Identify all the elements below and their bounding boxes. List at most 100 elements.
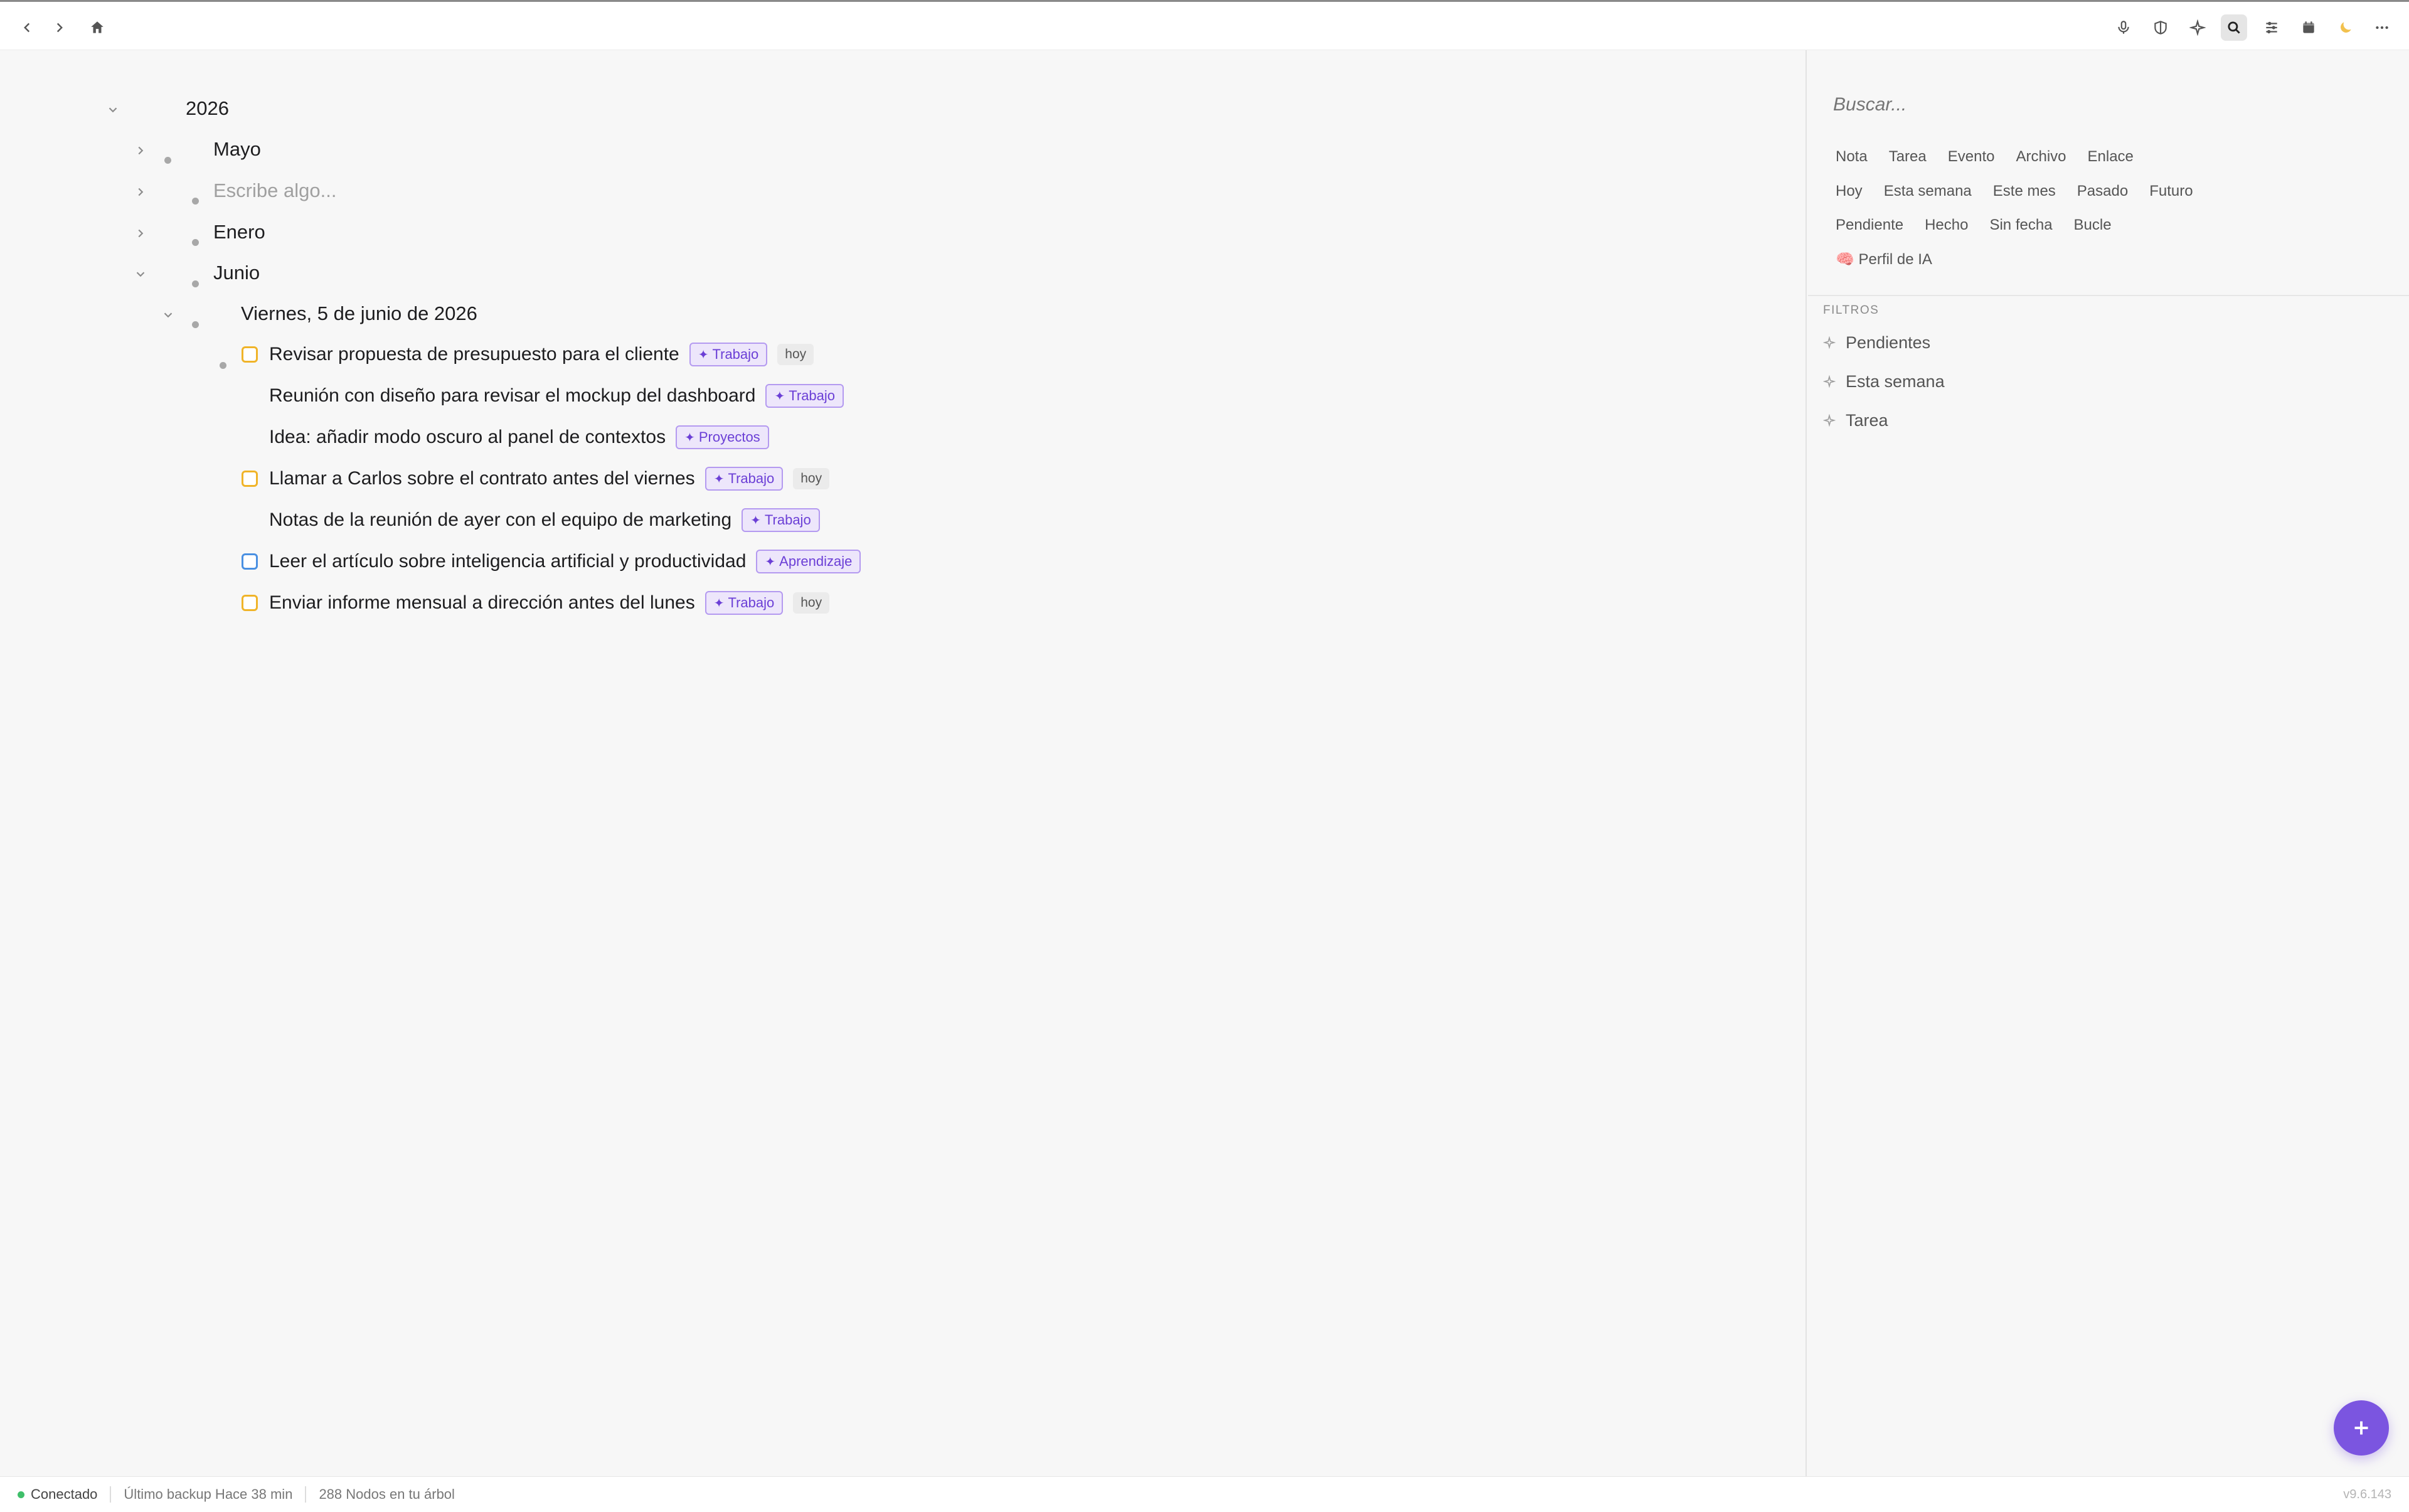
list-item[interactable]: Idea: añadir modo oscuro al panel de con… xyxy=(242,422,769,452)
chip-pendiente[interactable]: Pendiente xyxy=(1833,213,1911,238)
tag-label: Trabajo xyxy=(728,471,775,486)
sparkle-icon xyxy=(1823,375,1836,388)
sparkle-icon: ✦ xyxy=(713,472,725,486)
task-checkbox[interactable] xyxy=(242,471,258,487)
chevron-right-icon[interactable] xyxy=(130,181,151,203)
chevron-right-icon[interactable] xyxy=(130,223,151,244)
sparkle-icon xyxy=(1823,414,1836,427)
tag-label: Trabajo xyxy=(764,512,811,528)
chevron-down-icon[interactable] xyxy=(157,304,179,326)
chip-bucle[interactable]: Bucle xyxy=(2066,213,2119,238)
home-icon[interactable] xyxy=(84,14,110,41)
status-chip-row: Pendiente Hecho Sin fecha Bucle xyxy=(1833,213,2125,238)
filter-tarea[interactable]: Tarea xyxy=(1823,405,1888,435)
node-bullet[interactable] xyxy=(164,157,171,164)
item-text[interactable]: Notas de la reunión de ayer con el equip… xyxy=(269,509,731,531)
app-version: v9.6.143 xyxy=(2343,1487,2391,1501)
sparkle-icon: ✦ xyxy=(713,596,725,610)
sparkle-icon: ✦ xyxy=(750,513,761,528)
sparkle-icon: ✦ xyxy=(698,348,709,362)
task-checkbox[interactable] xyxy=(242,346,258,363)
node-bullet[interactable] xyxy=(192,239,199,246)
node-day[interactable]: Viernes, 5 de junio de 2026 xyxy=(241,302,477,325)
node-bullet[interactable] xyxy=(220,362,226,369)
date-badge: hoy xyxy=(793,468,830,489)
task-checkbox[interactable] xyxy=(242,595,258,611)
more-icon[interactable] xyxy=(2369,14,2395,41)
node-count: 288 Nodos en tu árbol xyxy=(319,1486,455,1502)
date-chip-row: Hoy Esta semana Este mes Pasado Futuro xyxy=(1833,179,2207,204)
context-tag[interactable]: ✦ Trabajo xyxy=(742,508,820,532)
chevron-right-icon[interactable] xyxy=(46,14,73,41)
outline-panel: 2026 Mayo Escribe algo... Enero Junio Vi… xyxy=(0,50,1807,1476)
chip-esta-semana[interactable]: Esta semana xyxy=(1876,179,1979,204)
tag-label: Proyectos xyxy=(698,429,760,445)
chevron-down-icon[interactable] xyxy=(102,99,124,120)
sparkle-icon: ✦ xyxy=(774,389,785,403)
context-tag[interactable]: ✦ Trabajo xyxy=(705,467,784,491)
date-badge: hoy xyxy=(777,344,814,365)
list-item[interactable]: Enviar informe mensual a dirección antes… xyxy=(242,588,830,618)
chip-este-mes[interactable]: Este mes xyxy=(1986,179,2063,204)
chip-tarea[interactable]: Tarea xyxy=(1881,144,1934,169)
chip-enlace[interactable]: Enlace xyxy=(2080,144,2141,169)
list-item[interactable]: Leer el artículo sobre inteligencia arti… xyxy=(242,546,861,577)
item-text[interactable]: Enviar informe mensual a dirección antes… xyxy=(269,592,695,614)
shield-icon[interactable] xyxy=(2147,14,2174,41)
sparkle-icon[interactable] xyxy=(2184,14,2211,41)
context-tag[interactable]: ✦ Trabajo xyxy=(689,343,768,366)
node-placeholder[interactable]: Escribe algo... xyxy=(213,179,336,202)
item-text[interactable]: Leer el artículo sobre inteligencia arti… xyxy=(269,551,746,572)
chevron-down-icon[interactable] xyxy=(130,264,151,285)
moon-icon[interactable] xyxy=(2332,14,2359,41)
backup-status: Último backup Hace 38 min xyxy=(124,1486,293,1502)
chip-hoy[interactable]: Hoy xyxy=(1833,179,1870,204)
node-bullet[interactable] xyxy=(192,280,199,287)
node-bullet[interactable] xyxy=(192,321,199,328)
chip-ai-profile[interactable]: 🧠 Perfil de IA xyxy=(1833,247,1940,272)
item-text[interactable]: Idea: añadir modo oscuro al panel de con… xyxy=(269,427,666,448)
sparkle-icon xyxy=(1823,336,1836,349)
list-item[interactable]: Notas de la reunión de ayer con el equip… xyxy=(242,505,820,535)
context-tag[interactable]: ✦ Trabajo xyxy=(765,384,844,408)
list-item[interactable]: Revisar propuesta de presupuesto para el… xyxy=(242,339,814,370)
item-text[interactable]: Revisar propuesta de presupuesto para el… xyxy=(269,344,679,365)
list-item[interactable]: Reunión con diseño para revisar el mocku… xyxy=(242,381,844,411)
item-text[interactable]: Reunión con diseño para revisar el mocku… xyxy=(269,385,755,407)
microphone-icon[interactable] xyxy=(2110,14,2137,41)
context-tag[interactable]: ✦ Aprendizaje xyxy=(756,550,861,573)
chip-pasado[interactable]: Pasado xyxy=(2070,179,2135,204)
chevron-left-icon[interactable] xyxy=(14,14,40,41)
search-input[interactable] xyxy=(1833,89,2385,120)
connection-status-icon xyxy=(18,1491,24,1498)
task-checkbox[interactable] xyxy=(242,553,258,570)
chip-futuro[interactable]: Futuro xyxy=(2142,179,2200,204)
item-text[interactable]: Llamar a Carlos sobre el contrato antes … xyxy=(269,468,695,489)
tag-label: Trabajo xyxy=(712,346,759,362)
chip-evento[interactable]: Evento xyxy=(1940,144,2002,169)
chip-hecho[interactable]: Hecho xyxy=(1917,213,1976,238)
context-tag[interactable]: ✦ Proyectos xyxy=(676,425,769,449)
chip-nota[interactable]: Nota xyxy=(1833,144,1875,169)
divider xyxy=(305,1486,307,1503)
node-month[interactable]: Junio xyxy=(213,262,260,284)
chip-archivo[interactable]: Archivo xyxy=(2008,144,2073,169)
tag-label: Aprendizaje xyxy=(779,553,853,569)
list-item[interactable]: Llamar a Carlos sobre el contrato antes … xyxy=(242,464,830,494)
filter-esta-semana[interactable]: Esta semana xyxy=(1823,366,1945,397)
chevron-right-icon[interactable] xyxy=(130,140,151,161)
node-bullet[interactable] xyxy=(192,198,199,205)
context-tag[interactable]: ✦ Trabajo xyxy=(705,591,784,615)
node-month[interactable]: Mayo xyxy=(213,138,261,161)
add-node-button[interactable] xyxy=(2334,1400,2389,1456)
sliders-icon[interactable] xyxy=(2258,14,2285,41)
status-bar: Conectado Último backup Hace 38 min 288 … xyxy=(0,1476,2409,1512)
filter-pendientes[interactable]: Pendientes xyxy=(1823,327,1930,358)
node-month[interactable]: Enero xyxy=(213,221,265,243)
tag-label: Trabajo xyxy=(789,388,836,403)
node-year[interactable]: 2026 xyxy=(186,97,229,120)
search-icon[interactable] xyxy=(2221,14,2247,41)
chip-sin-fecha[interactable]: Sin fecha xyxy=(1982,213,2060,238)
calendar-icon[interactable] xyxy=(2295,14,2322,41)
filter-label: Esta semana xyxy=(1846,371,1945,391)
